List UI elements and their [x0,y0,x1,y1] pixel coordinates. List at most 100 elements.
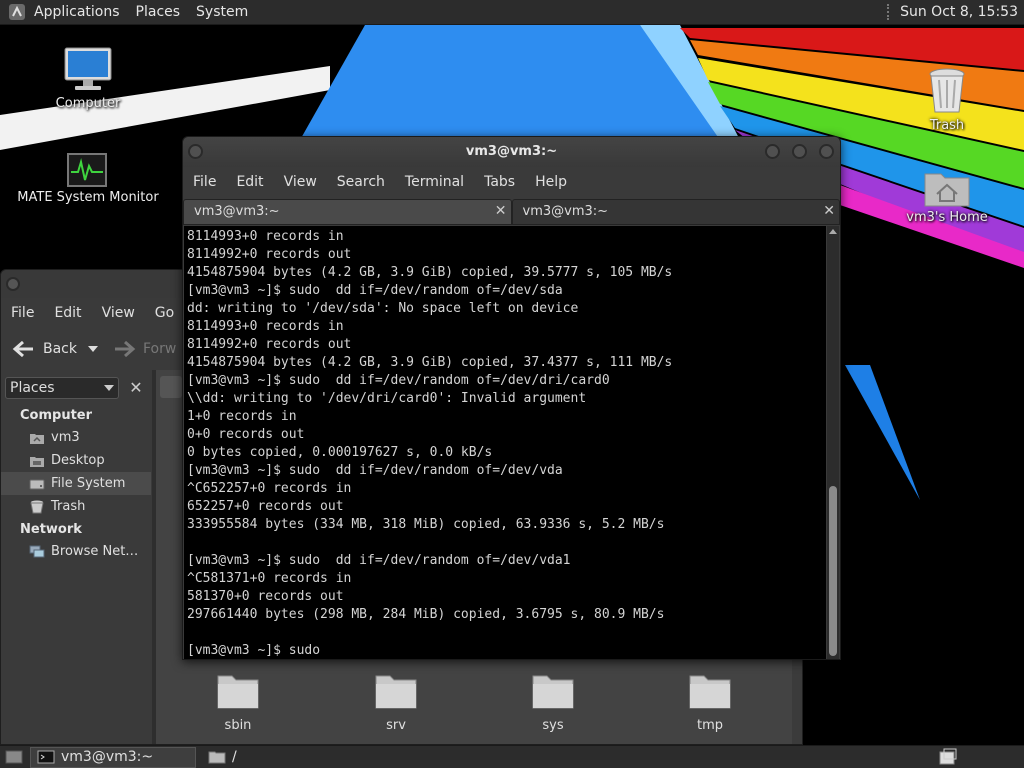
terminal-icon [37,750,55,764]
folder-icon [532,675,574,709]
fm-menu-file[interactable]: File [1,305,44,321]
window-title: vm3@vm3:~ [465,144,558,159]
taskbar-item-terminal[interactable]: vm3@vm3:~ [30,746,196,768]
terminal-window[interactable]: vm3@vm3:~ File Edit View Search Terminal… [182,136,841,660]
fm-menu-go[interactable]: Go [145,305,184,321]
workspace-switcher-icon[interactable] [938,748,958,766]
scroll-up-icon[interactable] [827,226,839,238]
folder-item[interactable]: tmp [670,672,750,733]
terminal-line: dd: writing to '/dev/sda': No space left… [187,301,579,316]
back-label: Back [43,341,77,357]
term-menu-edit[interactable]: Edit [226,174,273,190]
folder-label: sys [542,718,564,733]
term-menu-terminal[interactable]: Terminal [395,174,474,190]
terminal-line: 8114992+0 records out [187,247,352,262]
trash-icon [929,68,965,113]
terminal-line: [vm3@vm3 ~]$ sudo dd if=/dev/random of=/… [187,373,610,388]
places-sidebar: Computer vm3 Desktop File System Trash N… [1,404,151,563]
sidebar-item-desktop[interactable]: Desktop [1,449,151,472]
terminal-line: 8114993+0 records in [187,319,344,334]
term-menu-search[interactable]: Search [327,174,395,190]
terminal-menubar: File Edit View Search Terminal Tabs Help [183,170,840,194]
terminal-scrollbar[interactable] [827,226,839,659]
desktop-icon-trash[interactable]: Trash [872,66,1022,133]
term-menu-file[interactable]: File [183,174,226,190]
sidebar-item-vm3[interactable]: vm3 [1,426,151,449]
desktop-icon-computer[interactable]: Computer [13,46,163,111]
close-icon[interactable]: ✕ [823,203,835,219]
back-history-dropdown[interactable] [77,345,99,353]
scrollbar-thumb[interactable] [829,486,837,656]
terminal-output[interactable]: 8114993+0 records in 8114992+0 records o… [184,226,826,659]
close-button[interactable] [819,144,834,159]
location-edit-button[interactable] [160,376,182,398]
places-select[interactable]: Places [5,377,119,399]
fm-menu-view[interactable]: View [92,305,145,321]
folder-item[interactable]: srv [356,672,436,733]
term-menu-tabs[interactable]: Tabs [474,174,525,190]
window-menu-button[interactable] [6,277,20,291]
trash-icon [30,500,44,513]
desktop-label: Computer [55,96,121,111]
folder-icon [375,675,417,709]
drive-icon [29,479,45,489]
taskbar-item-file-manager[interactable]: / [202,747,243,768]
desktop-icon-system-monitor[interactable]: MATE System Monitor [13,152,163,205]
forward-button[interactable]: Forw [99,339,176,359]
terminal-line: 0 bytes copied, 0.000197627 s, 0.0 kB/s [187,445,493,460]
term-menu-help[interactable]: Help [525,174,577,190]
terminal-titlebar[interactable]: vm3@vm3:~ [183,137,840,167]
tab-label: vm3@vm3:~ [522,204,609,219]
fm-menu-edit[interactable]: Edit [44,305,91,321]
folder-item[interactable]: sbin [198,672,278,733]
terminal-line: 4154875904 bytes (4.2 GB, 3.9 GiB) copie… [187,355,673,370]
terminal-tab-2[interactable]: vm3@vm3:~ ✕ [511,199,840,225]
terminal-line: 0+0 records out [187,427,305,442]
terminal-line: [vm3@vm3 ~]$ sudo dd if=/dev/random of=/… [187,283,563,298]
system-menu[interactable]: System [188,0,256,25]
back-arrow-icon [12,340,33,358]
places-select-value: Places [10,380,55,396]
folder-label: srv [386,718,406,733]
folder-icon [208,751,226,764]
sidebar-heading-network: Network [20,522,82,537]
close-icon[interactable]: ✕ [495,203,507,219]
sidebar-item-label: vm3 [51,430,80,445]
tab-label: vm3@vm3:~ [194,204,280,219]
forward-arrow-icon [115,340,136,358]
terminal-line: ^C581371+0 records in [187,571,352,586]
chevron-down-icon [88,346,98,352]
maximize-button[interactable] [792,144,807,159]
home-folder-icon [924,173,970,207]
desktop-icon-home[interactable]: vm3's Home [872,168,1022,225]
terminal-line: [vm3@vm3 ~]$ sudo dd if=/dev/random of=/… [187,463,563,478]
mate-logo-icon[interactable] [8,3,26,21]
term-menu-view[interactable]: View [274,174,327,190]
show-desktop-icon[interactable] [4,748,24,766]
terminal-line: [vm3@vm3 ~]$ sudo dd if=/dev/random of=/… [187,553,571,568]
sidebar-item-label: Browse Net… [51,544,139,559]
terminal-line: \\dd: writing to '/dev/dri/card0': Inval… [187,391,587,406]
sidebar-item-trash[interactable]: Trash [1,495,151,518]
back-button[interactable]: Back [1,339,77,359]
places-menu[interactable]: Places [128,0,189,25]
terminal-line: 4154875904 bytes (4.2 GB, 3.9 GiB) copie… [187,265,673,280]
minimize-button[interactable] [765,144,780,159]
sidebar-item-browse-network[interactable]: Browse Net… [1,540,151,563]
tray-separator [887,4,892,20]
taskbar-label: / [232,749,237,765]
folder-icon [217,675,259,709]
desktop-label: vm3's Home [906,210,988,225]
sidebar-item-file-system[interactable]: File System [1,472,151,495]
sidebar-item-label: Desktop [51,453,105,468]
terminal-tab-bar: vm3@vm3:~ ✕ vm3@vm3:~ ✕ [183,199,840,225]
terminal-line: ^C652257+0 records in [187,481,352,496]
folder-item[interactable]: sys [513,672,593,733]
clock[interactable]: Sun Oct 8, 15:53 [896,4,1024,20]
applications-menu[interactable]: Applications [26,0,128,25]
close-icon[interactable]: ✕ [125,377,147,399]
terminal-tab-1[interactable]: vm3@vm3:~ ✕ [183,199,512,225]
folder-label: tmp [696,718,723,733]
